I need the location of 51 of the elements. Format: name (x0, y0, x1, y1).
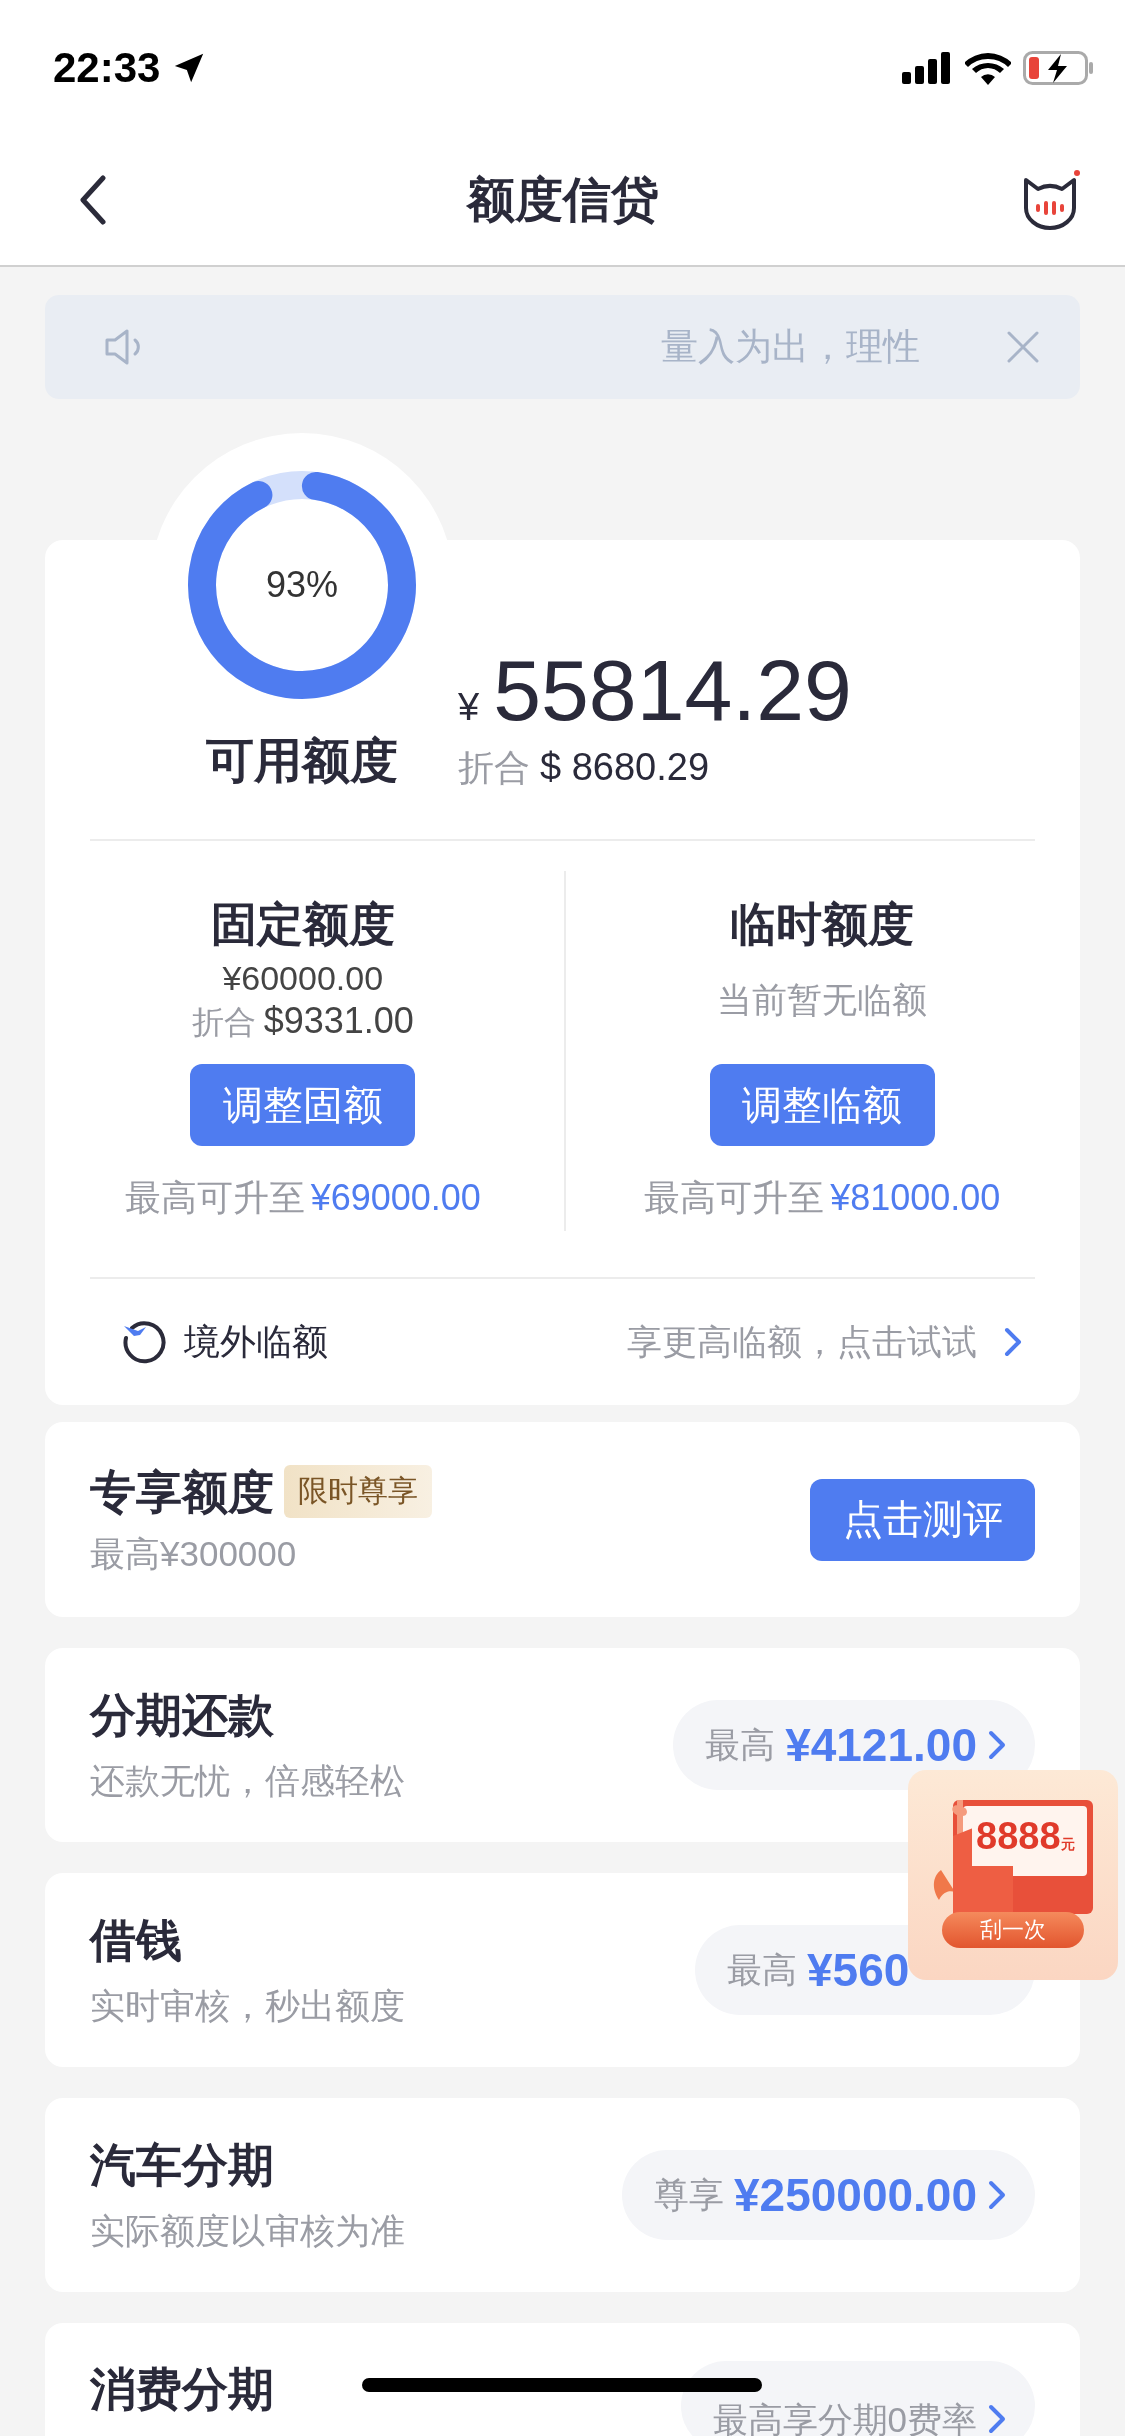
limited-badge: 限时尊享 (284, 1465, 432, 1518)
wifi-icon (965, 50, 1011, 85)
clock-plane-icon (120, 1318, 168, 1366)
card-title: 借钱 (90, 1913, 183, 1968)
pill-label: 最高 (727, 1948, 797, 1991)
limit-note: 当前暂无临额 (717, 978, 928, 1021)
limit-amount: ¥60000.00 (222, 957, 384, 999)
evaluate-button[interactable]: 点击测评 (810, 1478, 1035, 1561)
card-subtitle: 实时审核，秒出额度 (90, 1985, 405, 2027)
card-title: 汽车分期 (90, 2138, 275, 2193)
max-label: 最高可升至 (124, 1176, 305, 1220)
max-amount: ¥69000.00 (310, 1177, 481, 1219)
limit-pill[interactable]: 最高 ¥4121.00 (673, 1700, 1035, 1790)
card-subtitle: 还款无忧，倍感轻松 (90, 1760, 405, 1802)
overseas-label[interactable]: 境外临额 (184, 1317, 328, 1367)
chevron-right-icon[interactable] (1003, 1326, 1023, 1358)
pill-amount: ¥4121.00 (785, 1718, 977, 1772)
max-label: 最高可升至 (644, 1176, 825, 1220)
scratch-button[interactable]: 刮一次 (942, 1912, 1084, 1948)
battery-charging-icon (1023, 50, 1095, 85)
promo-widget[interactable]: 8888元 刮一次 (908, 1770, 1118, 1980)
card-title: 消费分期 (90, 2362, 274, 2417)
max-amount: ¥81000.00 (830, 1177, 1001, 1219)
limit-title: 临时额度 (730, 897, 915, 952)
pill-label: 最高 (705, 1723, 776, 1766)
available-label: 可用额度 (206, 733, 398, 789)
converted-label: 折合 (191, 1002, 256, 1042)
status-time: 22:33 (53, 43, 161, 92)
converted-label: 折合 (458, 746, 530, 790)
card-title: 分期还款 (90, 1688, 275, 1743)
notice-text: 量入为出，理性 (660, 325, 920, 369)
adjust-button[interactable]: 调整临额 (709, 1064, 935, 1146)
card-subtitle: 实际额度以审核为准 (90, 2210, 405, 2252)
ring-percent: 93% (265, 564, 339, 606)
limit-pill[interactable]: 尊享 ¥250000.00 (621, 2150, 1035, 2240)
product-card[interactable]: 汽车分期 实际额度以审核为准 尊享 ¥250000.00 (45, 2098, 1080, 2292)
card-title: 专享额度 (90, 1464, 274, 1520)
currency-symbol: ¥ (458, 686, 480, 729)
pill-amount: ¥250000.00 (733, 2168, 977, 2222)
card-subtitle: 最高¥300000 (90, 1532, 298, 1575)
adjust-button[interactable]: 调整固额 (190, 1064, 416, 1146)
converted-amount: $9331.00 (263, 999, 414, 1042)
pill-amount: ¥560 (807, 1943, 910, 1997)
back-icon[interactable] (78, 175, 108, 225)
limit-title: 固定额度 (210, 897, 395, 952)
converted-amount: $ 8680.29 (540, 746, 710, 789)
available-amount: 55814.29 (493, 641, 852, 740)
pill-label: 尊享 (653, 2173, 724, 2216)
overseas-hint[interactable]: 享更高临额，点击试试 (627, 1318, 977, 1366)
signal-icon (901, 51, 953, 84)
page-title: 额度信贷 (467, 172, 659, 228)
